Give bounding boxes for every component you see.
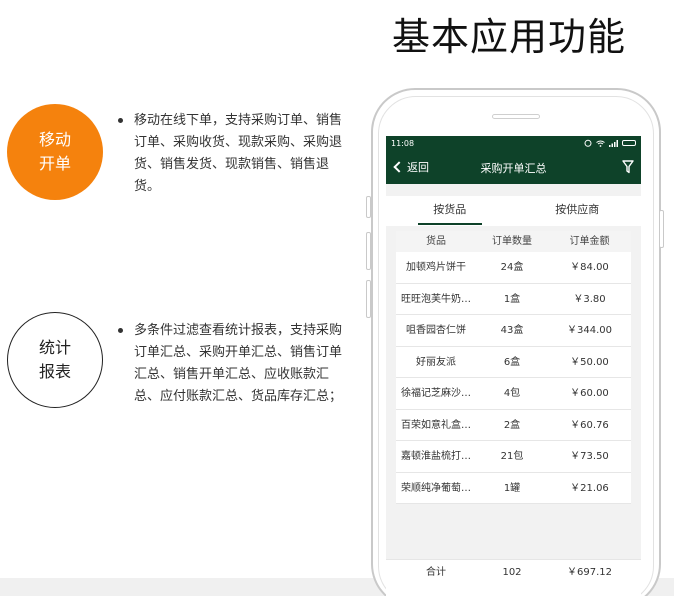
table-row[interactable]: 旺旺泡芙牛奶… 1盒 ￥3.80 xyxy=(396,284,631,315)
wifi-icon xyxy=(596,140,605,147)
total-qty: 102 xyxy=(502,567,522,578)
summary-table: 货品 订单数量 订单金额 加顿鸡片饼干 24盒 ￥84.00 旺旺泡芙牛奶… 1… xyxy=(396,231,631,504)
nav-title: 采购开单汇总 xyxy=(480,162,547,175)
cell-qty: 6盒 xyxy=(503,356,521,368)
bullet-icon xyxy=(118,328,123,333)
table-row[interactable]: 徐福记芝麻沙… 4包 ￥60.00 xyxy=(396,378,631,410)
cell-goods: 嘉顿淮盐梳打… xyxy=(401,451,471,462)
total-amount: ￥697.12 xyxy=(567,567,612,578)
cell-qty: 1罐 xyxy=(503,482,521,494)
cell-goods: 咀香园杏仁饼 xyxy=(406,325,466,336)
signal-icon xyxy=(609,139,618,147)
cell-goods: 加顿鸡片饼干 xyxy=(406,262,466,273)
cell-amount: ￥50.00 xyxy=(570,356,609,368)
cell-goods: 好丽友派 xyxy=(416,356,456,368)
tab-by-goods[interactable]: 按货品 xyxy=(386,196,514,226)
feature-text: 多条件过滤查看统计报表，支持采购订单汇总、采购开单汇总、销售订单汇总、销售开单汇… xyxy=(134,323,343,404)
total-label: 合计 xyxy=(426,567,446,578)
status-time: 11:08 xyxy=(391,138,415,148)
tab-by-supplier[interactable]: 按供应商 xyxy=(514,196,642,226)
phone-side-button xyxy=(366,280,371,318)
column-header: 订单金额 xyxy=(569,236,610,247)
phone-speaker xyxy=(492,114,540,119)
cell-goods: 徐福记芝麻沙… xyxy=(401,388,471,399)
table-header: 货品 订单数量 订单金额 xyxy=(396,231,631,252)
cell-goods: 荣顺纯净葡萄… xyxy=(401,482,471,494)
table-row[interactable]: 咀香园杏仁饼 43盒 ￥344.00 xyxy=(396,315,631,347)
column-header: 货品 xyxy=(426,236,446,247)
bullet-icon xyxy=(118,118,123,123)
table-row[interactable]: 嘉顿淮盐梳打… 21包 ￥73.50 xyxy=(396,441,631,473)
table-row[interactable]: 荣顺纯净葡萄… 1罐 ￥21.06 xyxy=(396,473,631,504)
phone-side-button xyxy=(659,210,664,248)
cell-amount: ￥60.76 xyxy=(570,419,609,431)
badge-line: 移动 xyxy=(38,130,71,149)
badge-line: 开单 xyxy=(38,154,71,173)
feature-badge-mobile-order: 移动 开单 xyxy=(7,104,103,200)
feature-text: 移动在线下单，支持采购订单、销售订单、采购收货、现款采购、采购退货、销售发货、现… xyxy=(134,113,343,194)
cell-amount: ￥3.80 xyxy=(573,293,606,305)
status-icons xyxy=(584,139,636,147)
cell-amount: ￥21.06 xyxy=(570,482,609,494)
filter-icon[interactable] xyxy=(622,160,634,174)
phone-side-button xyxy=(366,196,371,218)
cell-amount: ￥60.00 xyxy=(570,388,609,399)
phone-screen: 11:08 返回 采购开单汇总 按货品 按供应商 货品 订单数量 订单金额 加顿… xyxy=(386,136,641,596)
cell-qty: 1盒 xyxy=(503,293,521,305)
feature-badge-reports: 统计 报表 xyxy=(7,312,103,408)
feature-description: 多条件过滤查看统计报表，支持采购订单汇总、采购开单汇总、销售订单汇总、销售开单汇… xyxy=(118,320,348,408)
page: 基本应用功能 移动 开单 移动在线下单，支持采购订单、销售订单、采购收货、现款采… xyxy=(0,0,674,596)
cell-qty: 43盒 xyxy=(500,325,524,336)
cell-amount: ￥344.00 xyxy=(567,325,612,336)
table-row[interactable]: 百荣如意礼盒… 2盒 ￥60.76 xyxy=(396,410,631,441)
cell-amount: ￥84.00 xyxy=(570,262,609,273)
cell-qty: 4包 xyxy=(503,388,521,399)
page-title: 基本应用功能 xyxy=(392,15,627,59)
alarm-icon xyxy=(584,139,592,147)
cell-qty: 2盒 xyxy=(503,419,521,431)
feature-description: 移动在线下单，支持采购订单、销售订单、采购收货、现款采购、采购退货、销售发货、现… xyxy=(118,110,348,198)
total-row: 合计 102 ￥697.12 xyxy=(386,559,641,596)
table-row[interactable]: 加顿鸡片饼干 24盒 ￥84.00 xyxy=(396,252,631,284)
cell-qty: 21包 xyxy=(500,451,524,462)
status-bar: 11:08 xyxy=(386,136,641,150)
tab-bar: 按货品 按供应商 xyxy=(386,196,641,226)
cell-amount: ￥73.50 xyxy=(570,451,609,462)
cell-goods: 旺旺泡芙牛奶… xyxy=(401,293,471,305)
column-header: 订单数量 xyxy=(492,236,532,247)
cell-goods: 百荣如意礼盒… xyxy=(401,419,471,431)
phone-side-button xyxy=(366,232,371,270)
badge-line: 统计 xyxy=(38,338,71,357)
badge-line: 报表 xyxy=(38,362,71,381)
battery-icon xyxy=(622,140,636,146)
table-row[interactable]: 好丽友派 6盒 ￥50.00 xyxy=(396,347,631,378)
nav-bar: 返回 采购开单汇总 xyxy=(386,150,641,184)
cell-qty: 24盒 xyxy=(500,262,524,273)
